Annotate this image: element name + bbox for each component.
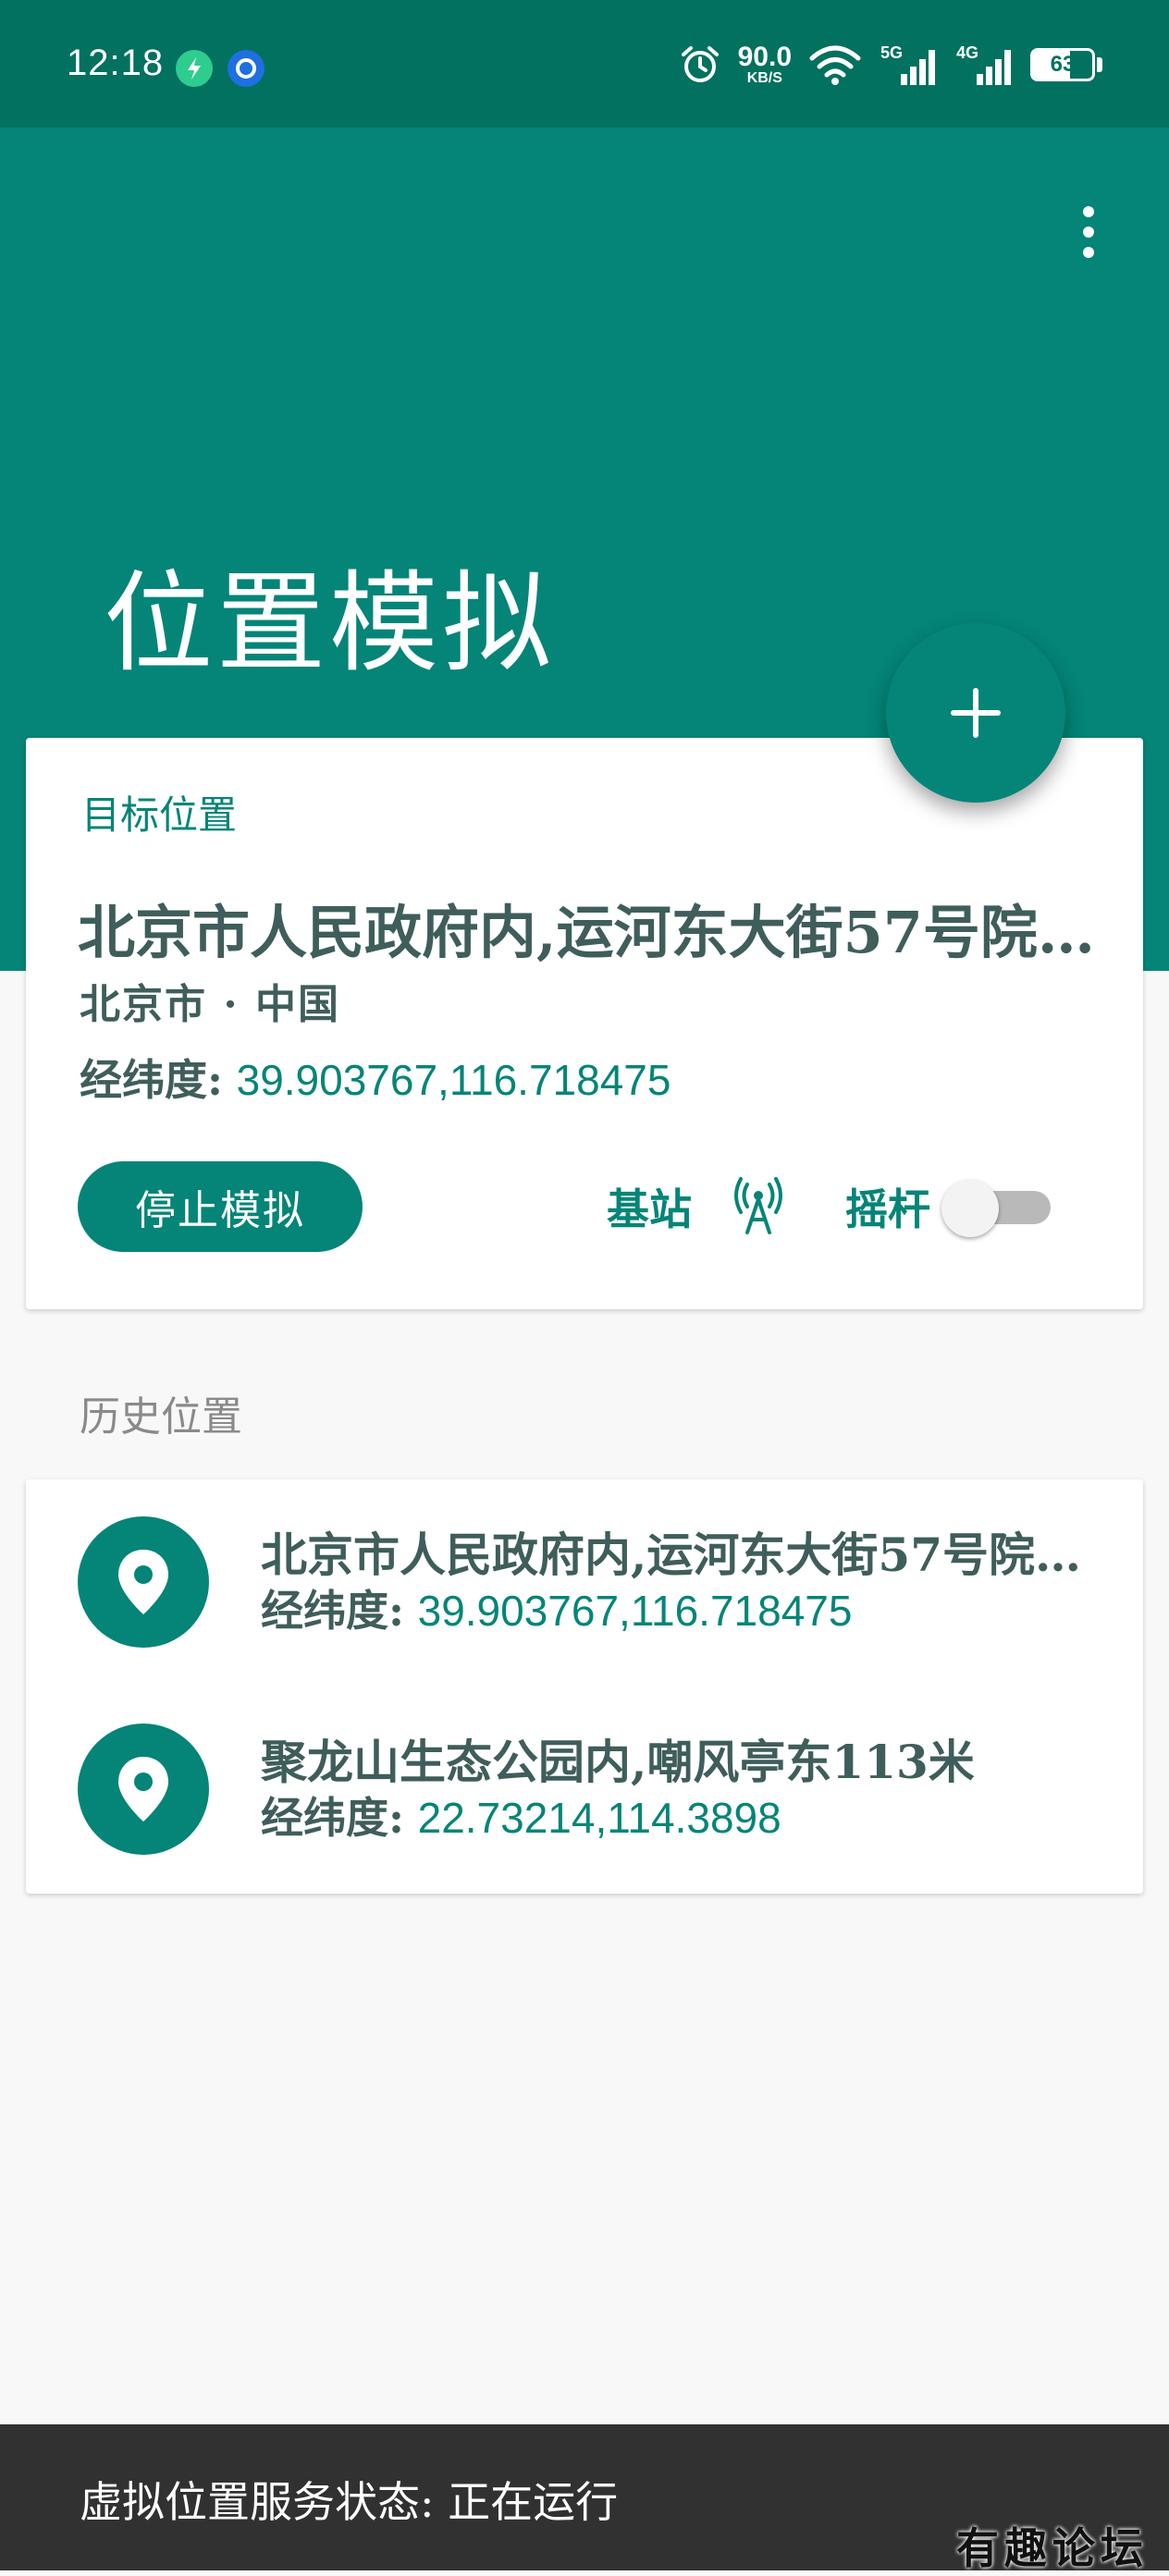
switch-thumb — [941, 1180, 999, 1237]
lightning-app-icon — [176, 50, 213, 87]
history-coordinates: 经纬度: 22.73214,114.3898 — [261, 1785, 781, 1846]
signal-4g-icon: 4G — [956, 43, 1011, 85]
coords-value: 39.903767,116.718475 — [417, 1587, 853, 1635]
battery-level: 63 — [1050, 52, 1076, 77]
joystick-label: 摇杆 — [845, 1184, 930, 1234]
watermark: 有趣论坛 — [956, 2523, 1149, 2573]
joystick-toggle[interactable]: 摇杆 — [845, 1172, 1052, 1241]
add-location-button[interactable] — [886, 623, 1065, 803]
history-item[interactable]: 北京市人民政府内,运河东大街57号院北京市人民政府 经纬度: 39.903767… — [26, 1479, 1143, 1687]
base-station-label: 基站 — [607, 1184, 692, 1234]
plus-icon — [951, 688, 1001, 738]
service-status-text: 虚拟位置服务状态: 正在运行 — [80, 2477, 619, 2527]
history-section-title: 历史位置 — [80, 1393, 242, 1441]
coords-label: 经纬度: — [261, 1793, 404, 1843]
target-region: 北京市 · 中国 — [80, 981, 340, 1028]
cell-tower-icon — [734, 1177, 782, 1234]
battery-tip — [1097, 57, 1102, 72]
target-address: 北京市人民政府内,运河东大街57号院北京市人民政府 — [78, 899, 1095, 966]
status-time: 12:18 — [67, 43, 165, 83]
target-location-card: 目标位置 北京市人民政府内,运河东大街57号院北京市人民政府 北京市 · 中国 … — [26, 738, 1143, 1309]
history-coordinates: 经纬度: 39.903767,116.718475 — [261, 1577, 852, 1638]
page-title: 位置模拟 — [104, 559, 556, 687]
status-bar: 12:18 90.0 KB/S 5G 4G 63 — [0, 0, 1169, 128]
signal-5g-icon: 5G — [880, 43, 935, 85]
more-options-icon[interactable] — [1064, 190, 1114, 274]
location-pin-avatar — [78, 1723, 209, 1855]
stop-simulation-button[interactable]: 停止模拟 — [78, 1161, 363, 1252]
network-speed-unit: KB/S — [746, 70, 782, 86]
target-coordinates: 经纬度: 39.903767,116.718475 — [80, 1047, 671, 1108]
location-pin-avatar — [78, 1516, 209, 1648]
location-pin-icon — [118, 1550, 168, 1614]
blue-app-icon — [228, 50, 265, 87]
wifi-icon — [809, 45, 861, 85]
battery-indicator: 63 — [1030, 48, 1095, 81]
coords-label: 经纬度: — [261, 1586, 404, 1636]
history-list: 北京市人民政府内,运河东大街57号院北京市人民政府 经纬度: 39.903767… — [26, 1479, 1143, 1894]
signal-4g-label: 4G — [956, 43, 978, 62]
base-station-toggle[interactable]: 基站 — [607, 1172, 788, 1241]
coords-value: 22.73214,114.3898 — [417, 1794, 781, 1842]
joystick-switch[interactable] — [941, 1172, 1052, 1241]
status-indicators: 90.0 KB/S 5G 4G 63 — [679, 37, 1102, 92]
signal-5g-label: 5G — [880, 43, 903, 62]
history-address: 聚龙山生态公园内,嘲风亭东113米 — [261, 1735, 975, 1789]
target-location-label: 目标位置 — [81, 792, 238, 838]
alarm-icon — [681, 46, 719, 82]
coords-label: 经纬度: — [80, 1055, 223, 1105]
network-speed: 90.0 KB/S — [738, 43, 792, 86]
location-pin-icon — [118, 1757, 168, 1822]
history-item[interactable]: 聚龙山生态公园内,嘲风亭东113米 经纬度: 22.73214,114.3898 — [26, 1687, 1143, 1894]
coords-value: 39.903767,116.718475 — [236, 1056, 671, 1104]
network-speed-value: 90.0 — [737, 42, 792, 72]
history-address: 北京市人民政府内,运河东大街57号院北京市人民政府 — [261, 1527, 1093, 1582]
